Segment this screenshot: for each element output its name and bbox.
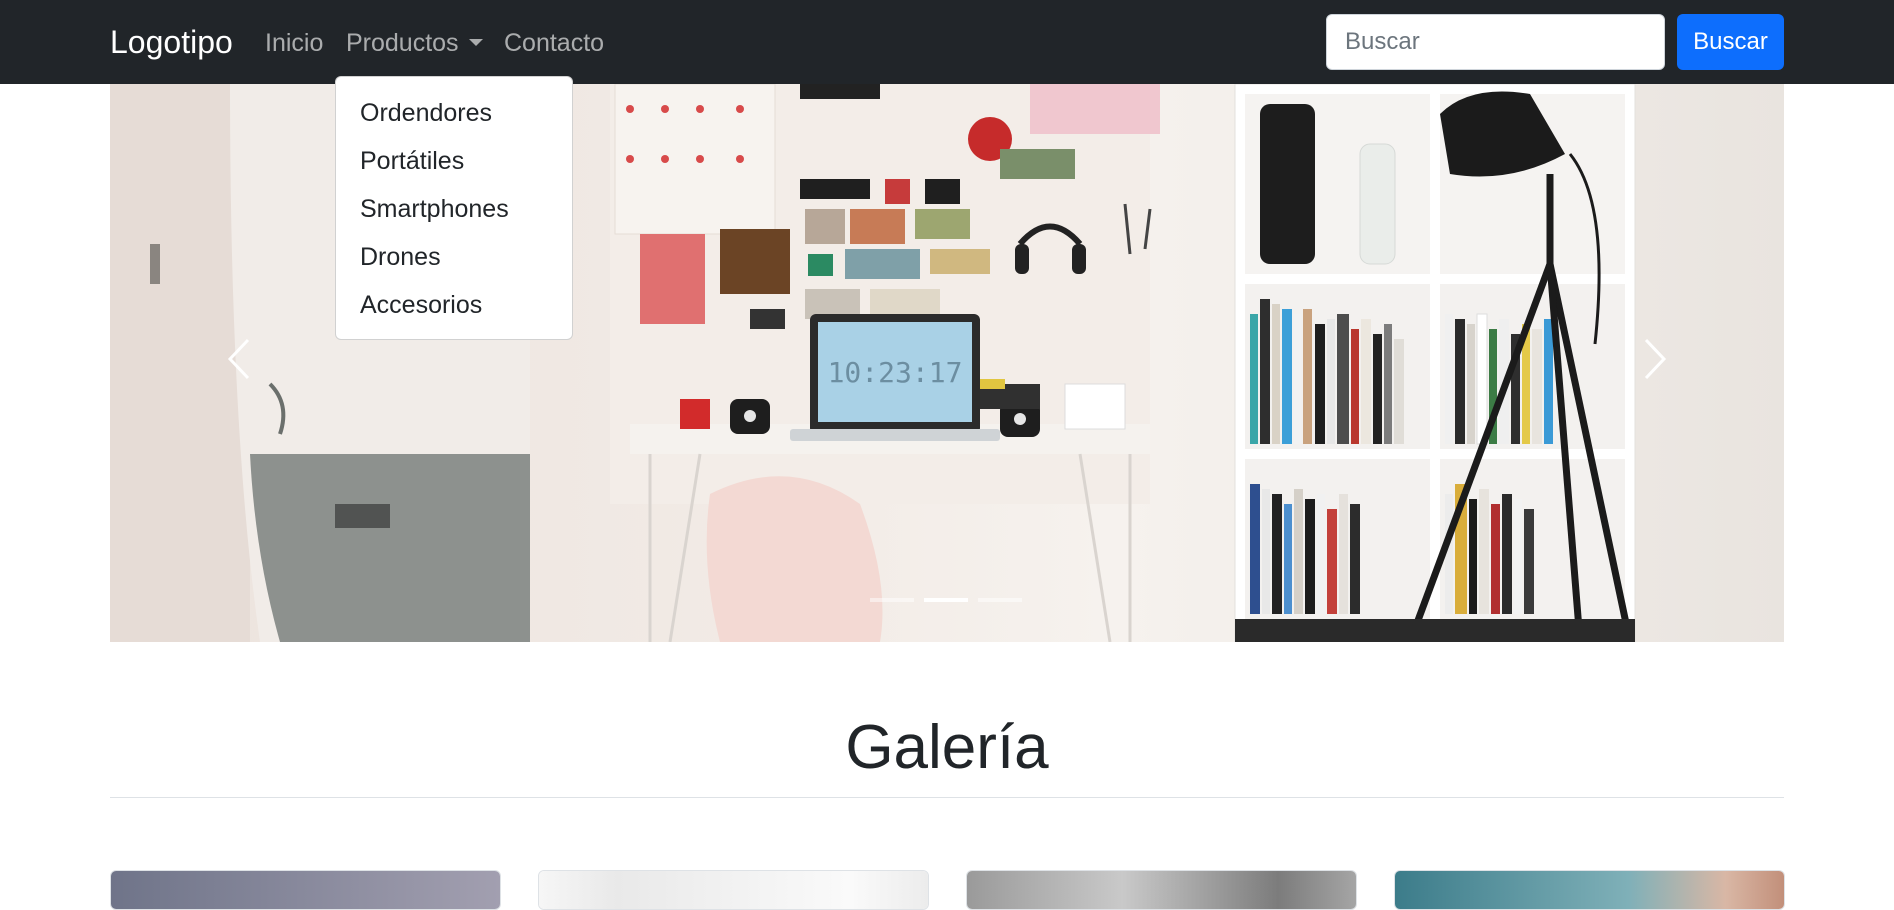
- dropdown-item-drones[interactable]: Drones: [336, 233, 572, 281]
- dropdown-item-portatiles[interactable]: Portátiles: [336, 137, 572, 185]
- carousel-indicator-3[interactable]: [978, 598, 1022, 602]
- gallery-divider: [110, 797, 1784, 798]
- gallery-card-4[interactable]: [1394, 870, 1785, 910]
- carousel-indicator-2[interactable]: [924, 598, 968, 602]
- gallery-title: Galería: [845, 713, 1049, 782]
- chevron-right-icon: [1644, 338, 1667, 380]
- navbar: Logotipo Inicio Productos Contacto Busca…: [0, 0, 1894, 84]
- search-input[interactable]: [1326, 14, 1665, 70]
- nav-link-inicio[interactable]: Inicio: [265, 24, 323, 62]
- gallery-card-2[interactable]: [538, 870, 929, 910]
- dropdown-item-smartphones[interactable]: Smartphones: [336, 185, 572, 233]
- gallery-card-image: [111, 871, 500, 909]
- gallery-card-image: [967, 871, 1356, 909]
- nav-link-productos[interactable]: Productos: [346, 24, 483, 62]
- carousel-indicator-1[interactable]: [870, 598, 914, 602]
- carousel-prev-button[interactable]: [210, 324, 270, 394]
- gallery-card-1[interactable]: [110, 870, 501, 910]
- chevron-left-icon: [227, 338, 250, 380]
- caret-down-icon: [468, 38, 483, 46]
- brand-logo[interactable]: Logotipo: [110, 18, 233, 66]
- dropdown-item-ordenadores[interactable]: Ordendores: [336, 89, 572, 137]
- productos-dropdown-menu: Ordendores Portátiles Smartphones Drones…: [335, 76, 573, 340]
- nav-link-productos-label: Productos: [346, 29, 459, 57]
- gallery-card-3[interactable]: [966, 870, 1357, 910]
- gallery-card-image: [539, 871, 928, 909]
- nav-link-contacto[interactable]: Contacto: [504, 24, 604, 62]
- carousel-indicators: [870, 598, 1030, 608]
- carousel-next-button[interactable]: [1624, 324, 1684, 394]
- gallery-card-image: [1395, 871, 1784, 909]
- laptop-clock-text: 10:23:17: [828, 356, 963, 389]
- search-button[interactable]: Buscar: [1677, 14, 1784, 70]
- dropdown-item-accesorios[interactable]: Accesorios: [336, 281, 572, 329]
